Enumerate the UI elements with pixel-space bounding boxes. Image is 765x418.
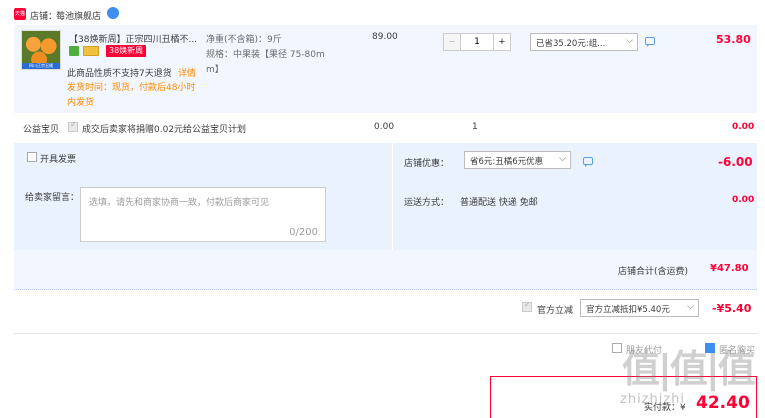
thumb-caption: 四川正宗丑橘	[22, 63, 60, 69]
chevron-down-icon: ⌵	[687, 302, 694, 312]
discount-help-icon[interactable]	[645, 37, 655, 47]
chevron-down-icon: ⌵	[626, 36, 633, 46]
message-placeholder: 选填，请先和商家协商一致，付款后商家可见	[89, 198, 270, 208]
spec-size: 规格：中果装【果径 75-80m	[206, 50, 325, 60]
options-divider	[392, 143, 393, 250]
charity-total: 0.00	[732, 122, 755, 132]
tmall-badge: 天猫	[14, 8, 26, 20]
message-counter: 0/200	[289, 227, 318, 238]
item-discount-value: 已省35.20元:组...	[536, 39, 606, 49]
return-notice: 此商品性质不支持7天退货	[67, 69, 172, 79]
section-divider	[14, 333, 757, 334]
store-discount-value: 省6元:丑橘6元优惠	[470, 157, 544, 167]
charity-text: 成交后卖家将捐赠0.02元给公益宝贝计划	[82, 125, 247, 135]
store-total-value: ¥47.80	[710, 263, 749, 274]
invoice-label: 开具发票	[40, 155, 77, 165]
site-watermark: 值|值|值	[622, 347, 756, 391]
message-label: 给卖家留言：	[25, 193, 80, 203]
official-discount-value: 官方立减抵扣¥5.40元	[586, 305, 670, 315]
service-icon-green	[69, 46, 79, 56]
charity-qty: 1	[472, 122, 478, 132]
site-watermark-domain: zhizhizhi	[620, 392, 686, 407]
qty-decrease-button[interactable]: −	[443, 33, 461, 51]
store-discount-label: 店铺优惠：	[404, 159, 450, 169]
ship-time-notice: 发货时间：现货，付款后48小时	[67, 83, 196, 93]
shipping-method: 普通配送 快递 免邮	[460, 198, 538, 208]
official-discount-checkbox[interactable]	[522, 300, 532, 312]
service-icon-card	[83, 46, 99, 56]
invoice-checkbox[interactable]	[27, 152, 37, 162]
spec-weight: 净重(不含箱)：9斤	[206, 35, 282, 45]
charity-price: 0.00	[374, 122, 395, 132]
spec-size-2: m】	[206, 65, 224, 75]
store-discount-select[interactable]: 省6元:丑橘6元优惠 ⌵	[464, 151, 571, 169]
seller-message-textarea[interactable]: 选填，请先和商家协商一致，付款后商家可见 0/200	[80, 187, 326, 242]
qty-increase-button[interactable]: +	[493, 33, 511, 51]
store-discount-help-icon[interactable]	[583, 157, 593, 167]
pay-amount: 42.40	[696, 393, 750, 413]
wangwang-icon[interactable]	[107, 7, 119, 19]
store-name-link[interactable]: 莓池旗舰店	[56, 9, 101, 22]
ship-time-notice-2: 内发货	[67, 98, 95, 108]
qty-input[interactable]	[461, 33, 493, 51]
return-detail-link[interactable]: 详情	[178, 66, 196, 79]
charity-label: 公益宝贝	[23, 125, 60, 135]
shipping-fee: 0.00	[732, 195, 755, 205]
item-subtotal: 53.80	[716, 33, 751, 46]
item-discount-select[interactable]: 已省35.20元:组... ⌵	[530, 33, 638, 51]
chevron-down-icon: ⌵	[559, 154, 566, 164]
official-discount-select[interactable]: 官方立减抵扣¥5.40元 ⌵	[580, 299, 699, 317]
product-title-link[interactable]: 【38焕新周】正宗四川丑橘不...	[69, 32, 209, 45]
official-discount-amount: -¥5.40	[712, 302, 752, 315]
store-discount-amount: -6.00	[718, 155, 753, 169]
official-discount-label: 官方立减	[537, 306, 574, 316]
agent-pay-checkbox[interactable]	[612, 343, 622, 353]
shipping-label: 运送方式：	[404, 198, 450, 208]
charity-checkbox[interactable]	[68, 120, 78, 132]
store-label: 店铺：	[30, 12, 58, 22]
promo-tag: 38焕新周	[106, 45, 147, 57]
product-thumbnail[interactable]: 四川正宗丑橘	[21, 30, 61, 70]
unit-price: 89.00	[372, 32, 398, 42]
store-total-label: 店铺合计(含运费)	[618, 267, 689, 277]
